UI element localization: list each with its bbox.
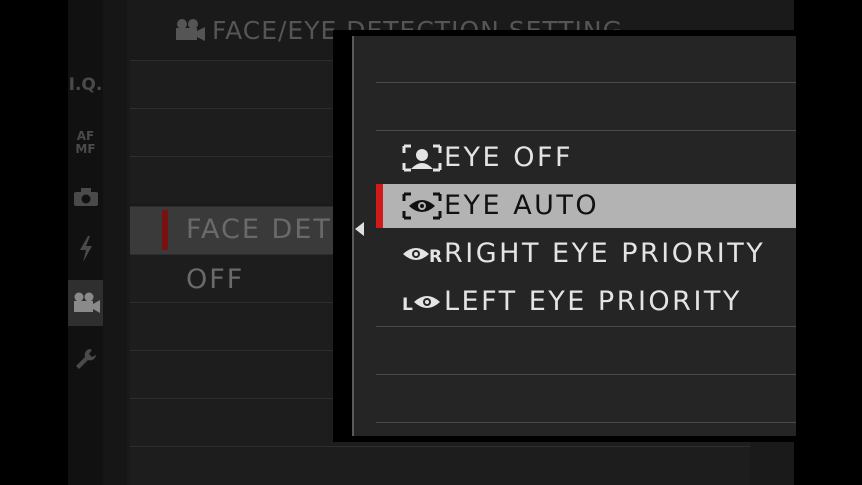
selection-marker: [162, 210, 168, 250]
left-eye-icon: L: [402, 295, 440, 315]
tab-shooting[interactable]: [68, 174, 103, 220]
divider: [376, 422, 796, 423]
movie-camera-icon: [176, 19, 205, 41]
tab-image-quality-label: I.Q.: [68, 75, 103, 95]
option-left-eye-priority[interactable]: L LEFT EYE PRIORITY: [376, 280, 796, 324]
face-detection-value: OFF: [186, 264, 245, 295]
tab-movie[interactable]: [68, 280, 103, 326]
divider: [376, 82, 796, 83]
wrench-icon: [75, 349, 96, 369]
tab-flash[interactable]: [68, 226, 103, 272]
option-eye-off[interactable]: EYE OFF: [376, 136, 796, 180]
tab-af-mf-label: AF MF: [75, 129, 96, 156]
eye-detection-popup: EYE OFF EYE AUTO R RIGHT EYE PRIORITY L …: [352, 36, 796, 436]
divider: [376, 326, 796, 327]
flash-icon: [79, 236, 92, 262]
option-eye-auto[interactable]: EYE AUTO: [376, 184, 796, 228]
option-label: RIGHT EYE PRIORITY: [444, 238, 766, 269]
movie-camera-icon: [73, 292, 100, 313]
option-label: EYE OFF: [444, 142, 574, 173]
face-detection-label: FACE DET: [186, 214, 332, 245]
sidebar: I.Q. AF MF: [68, 0, 103, 485]
divider: [376, 130, 796, 131]
tab-setup[interactable]: [68, 336, 103, 382]
option-label: LEFT EYE PRIORITY: [444, 286, 742, 317]
selection-indicator: [376, 184, 383, 228]
svg-text:R: R: [429, 247, 442, 267]
tab-af-mf[interactable]: AF MF: [68, 120, 103, 166]
eye-auto-icon: [402, 192, 442, 220]
eye-off-icon: [402, 144, 442, 172]
right-eye-icon: R: [403, 247, 442, 267]
menu-row: [130, 446, 750, 485]
divider: [376, 374, 796, 375]
sidebar-divider: [103, 0, 127, 485]
tab-image-quality[interactable]: I.Q.: [68, 62, 103, 108]
option-label: EYE AUTO: [444, 190, 600, 221]
svg-text:L: L: [402, 295, 415, 315]
camera-icon: [73, 188, 98, 206]
option-right-eye-priority[interactable]: R RIGHT EYE PRIORITY: [376, 232, 796, 276]
popup-pointer-arrow: [355, 222, 364, 236]
